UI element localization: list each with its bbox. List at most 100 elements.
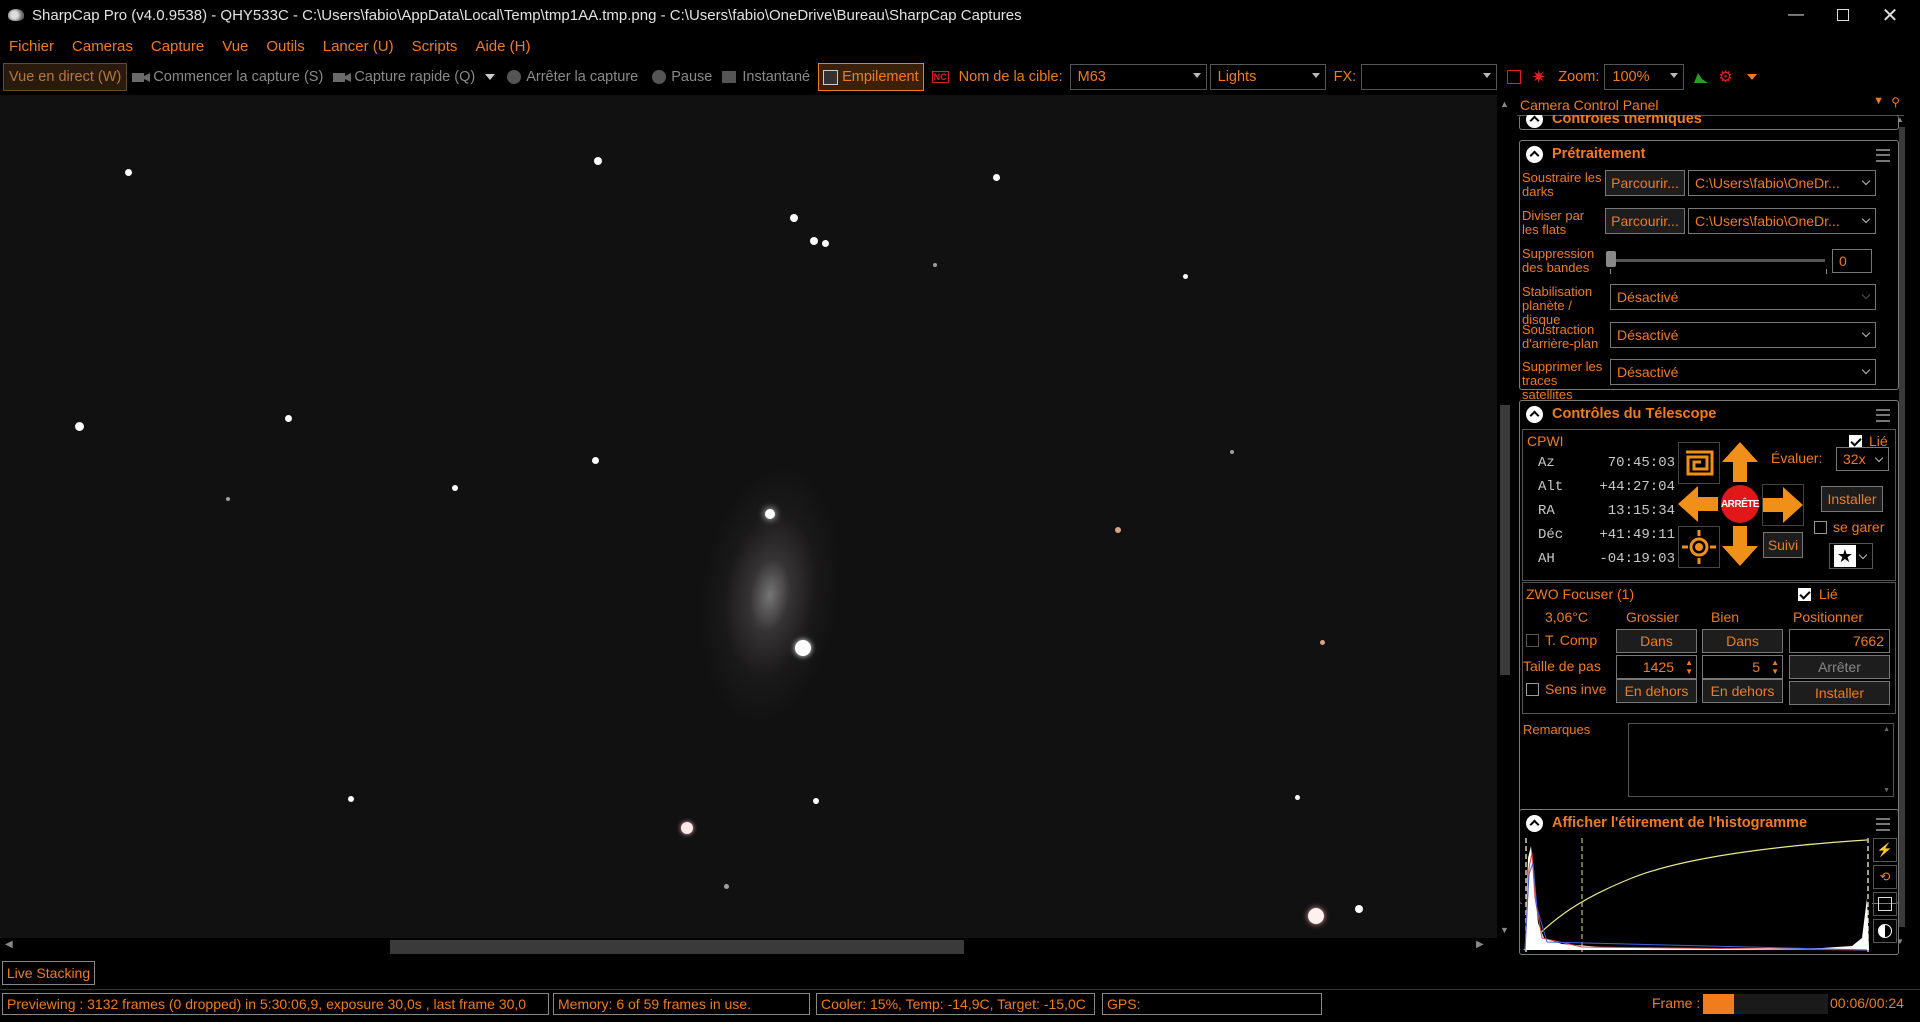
scroll-down-icon[interactable]: ▼ [1500, 925, 1509, 935]
zoom-combo[interactable]: 100% [1604, 64, 1685, 90]
tracking-button[interactable]: Suivi [1763, 532, 1803, 558]
stabilization-combo[interactable]: Désactivé [1610, 284, 1876, 310]
frame-type-combo[interactable]: Lights [1209, 64, 1326, 90]
scroll-left-icon[interactable]: ◀ [5, 939, 13, 950]
background-subtraction-combo[interactable]: Désactivé [1610, 322, 1876, 348]
fine-step-input[interactable]: 5 ▲ ▼ [1702, 655, 1783, 679]
snapshot-button[interactable]: Instantané [722, 64, 810, 90]
menu-scripts[interactable]: Scripts [412, 38, 458, 55]
north-button[interactable] [1720, 442, 1760, 482]
coarse-in-button[interactable]: Dans [1616, 629, 1697, 653]
center-button[interactable] [1678, 526, 1720, 568]
hour-angle-value: -04:19:03 [1599, 551, 1675, 567]
goto-button[interactable] [1678, 442, 1720, 484]
collapse-icon[interactable] [1526, 405, 1543, 423]
menu-fichier[interactable]: Fichier [9, 38, 54, 55]
panel-dropdown-icon[interactable]: ▼ [1873, 95, 1884, 107]
image-vertical-scrollbar[interactable]: ▲ ▼ [1497, 95, 1513, 938]
pause-button[interactable]: Pause [652, 64, 712, 90]
focuser-position-input[interactable]: 7662 [1789, 629, 1890, 653]
focuser-linked-checkbox[interactable] [1798, 588, 1811, 601]
histogram-graph[interactable] [1522, 838, 1872, 953]
collapse-icon[interactable] [1526, 115, 1543, 128]
banding-value-input[interactable]: 0 [1832, 249, 1872, 273]
focuser-stop-button[interactable]: Arrêter [1789, 655, 1890, 679]
mount-setup-button[interactable]: Installer [1821, 486, 1883, 512]
reverse-checkbox[interactable] [1526, 683, 1539, 696]
menu-lancer[interactable]: Lancer (U) [323, 38, 394, 55]
target-name-combo[interactable]: M63 [1069, 64, 1207, 90]
stacking-button[interactable]: Empilement [818, 63, 924, 91]
satellite-trails-combo[interactable]: Désactivé [1610, 359, 1876, 385]
notes-label: Remarques [1523, 722, 1591, 737]
histogram-header[interactable]: Afficher l'étirement de l'histogramme [1520, 810, 1898, 836]
banding-slider-thumb[interactable] [1606, 251, 1616, 267]
stepper-icon[interactable]: ▲ ▼ [1685, 658, 1693, 676]
east-button[interactable] [1762, 484, 1804, 526]
reset-icon[interactable]: ⟲ [1873, 865, 1897, 889]
stop-mount-button[interactable]: ARRÊTE [1720, 484, 1760, 524]
star-selector[interactable]: ★ [1829, 543, 1873, 569]
fx-combo[interactable] [1361, 64, 1498, 90]
histogram-icon[interactable] [1694, 64, 1709, 90]
quick-capture-button[interactable]: Capture rapide (Q) [333, 64, 475, 90]
settings-icon[interactable]: ⚙ [1718, 64, 1732, 90]
arrow-down-icon [1722, 526, 1758, 566]
live-stacking-tab[interactable]: Live Stacking [2, 961, 95, 985]
minimize-button[interactable]: — [1773, 0, 1819, 30]
save-icon[interactable] [1873, 892, 1897, 916]
menu-cameras[interactable]: Cameras [72, 38, 133, 55]
menu-outils[interactable]: Outils [266, 38, 304, 55]
notes-textarea[interactable]: ▲ ▼ [1628, 723, 1894, 797]
star [348, 796, 354, 802]
west-button[interactable] [1678, 484, 1718, 524]
browse-flats-button[interactable]: Parcourir... [1605, 208, 1685, 234]
no-calibration-icon[interactable]: NC [931, 64, 949, 90]
banding-slider-track[interactable] [1610, 259, 1825, 262]
coarse-step-input[interactable]: 1425 ▲ ▼ [1616, 655, 1697, 679]
image-viewer[interactable] [0, 95, 1497, 938]
close-button[interactable]: ✕ [1867, 0, 1913, 30]
scroll-right-icon[interactable]: ▶ [1476, 939, 1484, 950]
live-view-button[interactable]: Vue en direct (W) [3, 63, 128, 91]
quick-capture-dropdown[interactable] [485, 64, 496, 90]
preprocessing-header[interactable]: Prétraitement [1520, 141, 1898, 167]
menu-aide[interactable]: Aide (H) [475, 38, 530, 55]
image-horizontal-scrollbar[interactable]: ◀ ▶ [0, 938, 1497, 954]
scrollbar-thumb[interactable] [1500, 405, 1510, 675]
darks-path-combo[interactable]: C:\Users\fabio\OneDr... [1688, 170, 1876, 196]
collapse-icon[interactable] [1526, 814, 1543, 832]
browse-darks-button[interactable]: Parcourir... [1605, 170, 1685, 196]
fine-out-button[interactable]: En dehors [1702, 679, 1783, 703]
auto-stretch-icon[interactable]: ⚡ [1873, 838, 1897, 862]
arrow-right-icon [1763, 487, 1803, 523]
start-capture-button[interactable]: Commencer la capture (S) [132, 64, 323, 90]
reticle-icon[interactable] [1507, 64, 1522, 90]
panel-scrollbar-thumb[interactable] [1899, 127, 1905, 927]
maximize-button[interactable] [1820, 0, 1866, 30]
rate-combo[interactable]: 32x [1836, 447, 1889, 471]
menu-vue[interactable]: Vue [222, 38, 248, 55]
collapse-icon[interactable] [1526, 145, 1543, 163]
toolbar-overflow-dropdown[interactable] [1746, 64, 1757, 90]
park-checkbox[interactable] [1814, 521, 1827, 534]
flats-path-combo[interactable]: C:\Users\fabio\OneDr... [1688, 208, 1876, 234]
menu-capture[interactable]: Capture [151, 38, 204, 55]
contrast-icon[interactable] [1873, 919, 1897, 943]
stepper-icon[interactable]: ▲ ▼ [1771, 658, 1779, 676]
telescope-header[interactable]: Contrôles du Télescope [1520, 401, 1898, 427]
scroll-up-icon[interactable]: ▲ [1500, 99, 1509, 109]
scrollbar-thumb[interactable] [390, 940, 964, 954]
menu-icon[interactable] [1876, 818, 1890, 831]
menu-icon[interactable] [1876, 409, 1890, 422]
temp-comp-checkbox[interactable] [1526, 634, 1539, 647]
fine-in-button[interactable]: Dans [1702, 629, 1783, 653]
south-button[interactable] [1720, 526, 1760, 566]
stop-capture-button[interactable]: Arrêter la capture [507, 64, 638, 90]
panel-scrollbar[interactable]: ▲ ▼ [1896, 115, 1905, 950]
coarse-out-button[interactable]: En dehors [1616, 679, 1697, 703]
menu-icon[interactable] [1876, 149, 1890, 162]
pin-icon[interactable]: ⚲ [1891, 95, 1900, 109]
focus-assist-icon[interactable]: ✷ [1531, 64, 1546, 90]
focuser-setup-button[interactable]: Installer [1789, 681, 1890, 705]
